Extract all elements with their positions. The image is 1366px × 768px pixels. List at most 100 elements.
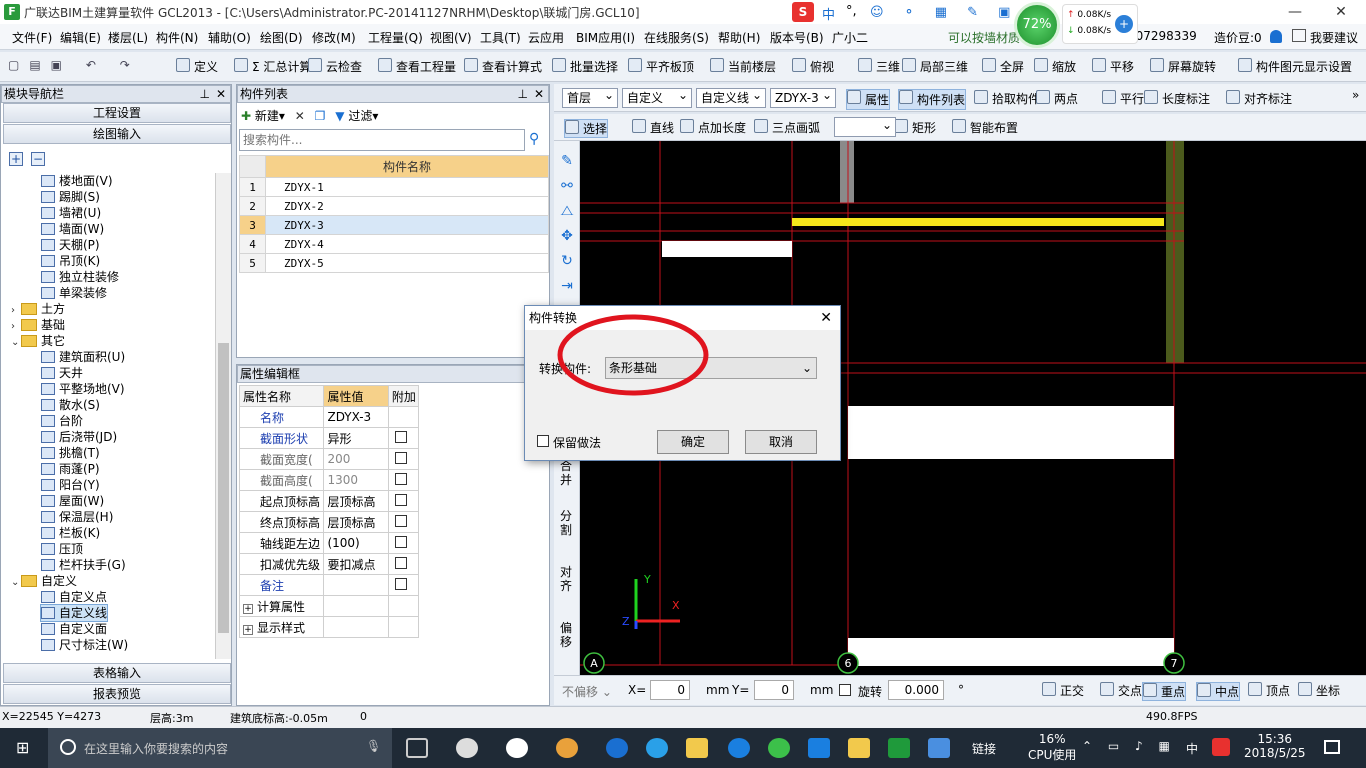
snap-toggle[interactable]: 顶点 — [1248, 682, 1290, 699]
menu-item[interactable]: 工程量(Q) — [368, 29, 423, 46]
edge-icon[interactable] — [606, 738, 628, 758]
draw-button[interactable]: 点加长度 — [680, 119, 746, 136]
ime-tools-icon[interactable]: ☺ ⚬ ▦ ✎ ▣ ⚙ — [870, 5, 1042, 20]
property-row[interactable]: 扣减优先级 要扣减点 — [238, 553, 420, 575]
extra-checkbox[interactable] — [394, 493, 407, 506]
property-value[interactable]: (100) — [323, 532, 389, 554]
property-value[interactable] — [323, 595, 389, 617]
toolbar-button[interactable]: 屏幕旋转 — [1150, 58, 1216, 75]
side-tool[interactable]: 合并 — [560, 459, 574, 487]
toolbar-button[interactable]: 缩放 — [1034, 58, 1076, 75]
property-row[interactable]: 终点顶标高 层顶标高 — [238, 511, 420, 533]
sogou-tray-icon[interactable] — [1212, 738, 1230, 756]
property-value[interactable]: 异形 — [323, 427, 389, 449]
tree-item[interactable]: 散水(S) — [41, 397, 100, 413]
property-value[interactable]: 200 — [323, 448, 389, 470]
ime-logo-icon[interactable]: S — [792, 2, 814, 22]
app-window-icon[interactable] — [928, 738, 950, 758]
row-name[interactable]: ZDYX-2 — [265, 196, 549, 216]
menu-item[interactable]: BIM应用(I) — [576, 29, 635, 46]
row-name[interactable]: ZDYX-1 — [265, 177, 549, 197]
toolbar-button[interactable]: 全屏 — [982, 58, 1024, 75]
menu-item[interactable]: 工具(T) — [480, 29, 521, 46]
tree-item[interactable]: 栏板(K) — [41, 525, 100, 541]
app-icon[interactable] — [556, 738, 578, 758]
gcl-app-icon[interactable] — [888, 738, 910, 758]
property-row[interactable]: 截面宽度(200 — [238, 448, 420, 470]
view-button[interactable]: 对齐标注 — [1226, 90, 1292, 107]
tree-item[interactable]: 挑檐(T) — [41, 445, 100, 461]
menu-item[interactable]: 修改(M) — [312, 29, 356, 46]
expand-icon[interactable]: ⌄ — [11, 575, 21, 591]
toolbar-button[interactable]: 构件图元显示设置 — [1238, 58, 1352, 75]
view-button[interactable]: 构件列表 — [898, 89, 967, 110]
tree-item[interactable]: › 土方 — [11, 301, 65, 317]
tree-item[interactable]: ⌄ 其它 — [11, 333, 65, 349]
offset-select[interactable]: 不偏移 ⌄ — [562, 683, 612, 700]
tree-item[interactable]: 后浇带(JD) — [41, 429, 117, 445]
view-button[interactable]: 长度标注 — [1144, 90, 1210, 107]
mic-icon[interactable]: 🎙 — [366, 739, 381, 753]
expand-icon[interactable]: ⌄ — [11, 335, 21, 351]
extra-checkbox[interactable] — [394, 535, 407, 548]
side-tool[interactable]: 偏移 — [560, 621, 574, 649]
menu-item[interactable]: 编辑(E) — [60, 29, 101, 46]
filter-button[interactable]: 过滤 — [348, 109, 372, 123]
tree-item[interactable]: 单梁装修 — [41, 285, 107, 301]
bell-icon[interactable] — [1270, 30, 1282, 43]
toolbar-button[interactable]: 当前楼层 — [710, 58, 776, 75]
tree-item[interactable]: 栏杆扶手(G) — [41, 557, 126, 573]
ime-lang[interactable]: 中 — [822, 4, 835, 23]
ie-icon[interactable] — [646, 738, 668, 758]
nav-btn-project-settings[interactable]: 工程设置 — [3, 103, 231, 123]
toolbar-button[interactable]: 云检查 — [308, 58, 362, 75]
menu-item[interactable]: 帮助(H) — [718, 29, 760, 46]
start-icon[interactable]: ⊞ — [16, 740, 34, 758]
tree-item[interactable]: 平整场地(V) — [41, 381, 125, 397]
toolbar-button[interactable]: 平移 — [1092, 58, 1134, 75]
tree-item[interactable]: 独立柱装修 — [41, 269, 119, 285]
expand-icon[interactable]: + — [243, 603, 253, 614]
property-value[interactable] — [323, 574, 389, 596]
app-green-icon[interactable] — [768, 738, 790, 758]
snap-toggle[interactable]: 正交 — [1042, 682, 1084, 699]
component-search-input[interactable] — [239, 129, 525, 151]
close-icon[interactable]: ✕ — [216, 86, 226, 102]
x-input[interactable]: 0 — [650, 680, 690, 700]
table-row[interactable]: 2 ZDYX-2 — [239, 196, 549, 216]
dialog-close-icon[interactable]: ✕ — [820, 306, 832, 330]
extra-checkbox[interactable] — [394, 577, 407, 590]
extra-checkbox[interactable] — [394, 514, 407, 527]
tree-item[interactable]: 雨蓬(P) — [41, 461, 100, 477]
y-input[interactable]: 0 — [754, 680, 794, 700]
toolbar-button[interactable]: 平齐板顶 — [628, 58, 694, 75]
tree-item[interactable]: 天棚(P) — [41, 237, 100, 253]
snap-toggle[interactable]: 坐标 — [1298, 682, 1340, 699]
pin-icon[interactable]: ⊥ — [200, 86, 210, 102]
toolbar-button[interactable]: Σ 汇总计算 — [234, 58, 311, 75]
nav-btn-drawing-input[interactable]: 绘图输入 — [3, 124, 231, 144]
extra-checkbox[interactable] — [394, 430, 407, 443]
tree-item[interactable]: 自定义线 — [39, 604, 109, 622]
notification-icon[interactable] — [1324, 740, 1340, 754]
tree-item[interactable]: › 基础 — [11, 317, 65, 333]
cpu-meter[interactable]: 16% CPU使用 — [1028, 732, 1076, 763]
expand-icon[interactable]: + — [243, 624, 253, 635]
side-tool[interactable]: 分割 — [560, 509, 574, 537]
tree-item[interactable]: 楼地面(V) — [41, 173, 113, 189]
menu-item[interactable]: 楼层(L) — [108, 29, 148, 46]
col-header-name[interactable]: 构件名称 — [265, 155, 549, 178]
tree-item[interactable]: 阳台(Y) — [41, 477, 100, 493]
draw-button[interactable]: 选择 — [564, 119, 609, 138]
component-select[interactable]: ZDYX-3 — [770, 86, 836, 108]
tree-item[interactable]: 天井 — [41, 365, 83, 381]
menu-item[interactable]: 绘图(D) — [260, 29, 303, 46]
app-g-icon[interactable] — [728, 738, 750, 758]
tree-item[interactable]: 屋面(W) — [41, 493, 104, 509]
property-value[interactable] — [323, 616, 389, 638]
property-row[interactable]: + 显示样式 — [238, 616, 420, 638]
row-name[interactable]: ZDYX-5 — [265, 253, 549, 273]
ime-indicator[interactable]: 中 — [1186, 740, 1198, 757]
property-value[interactable]: ZDYX-3 — [323, 406, 389, 428]
property-row[interactable]: + 计算属性 — [238, 595, 420, 617]
